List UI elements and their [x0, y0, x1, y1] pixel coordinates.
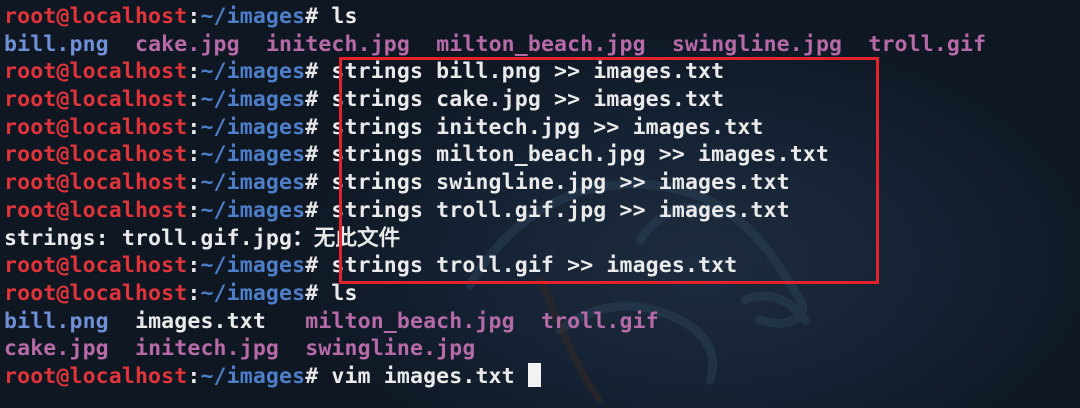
prompt-separator: :	[187, 114, 201, 140]
prompt-separator: :	[187, 253, 201, 279]
prompt-symbol: #	[305, 363, 319, 389]
prompt-user-host: root@localhost	[4, 253, 188, 279]
prompt-separator: :	[187, 280, 201, 306]
prompt-symbol: #	[305, 142, 319, 168]
prompt-user-host: root@localhost	[4, 4, 188, 29]
prompt-user-host: root@localhost	[4, 114, 188, 140]
command-text: ls	[318, 4, 358, 29]
highlight-box	[339, 57, 879, 284]
prompt-user-host: root@localhost	[4, 59, 188, 85]
file-name: swingline.jpg	[671, 31, 843, 57]
file-name: troll.gif	[540, 308, 659, 334]
prompt-symbol: #	[305, 170, 319, 196]
block-cursor[interactable]	[527, 362, 541, 387]
prompt-symbol: #	[305, 280, 319, 306]
prompt-separator: :	[187, 59, 201, 85]
prompt-symbol: #	[305, 87, 319, 113]
prompt-path: ~/images	[200, 142, 306, 168]
prompt-path: ~/images	[200, 114, 306, 140]
prompt-path: ~/images	[200, 4, 306, 29]
file-name: images.txt	[134, 308, 266, 334]
prompt-user-host: root@localhost	[4, 280, 188, 306]
prompt-user-host: root@localhost	[4, 197, 188, 223]
ls-output-line: bill.png cake.jpg initech.jpg milton_bea…	[4, 31, 1080, 59]
prompt-user-host: root@localhost	[4, 363, 188, 389]
prompt-path: ~/images	[200, 197, 306, 223]
prompt-symbol: #	[305, 4, 319, 29]
file-name: milton_beach.jpg	[436, 31, 646, 57]
prompt-symbol: #	[305, 197, 319, 223]
prompt-user-host: root@localhost	[4, 170, 188, 196]
prompt-user-host: root@localhost	[4, 142, 188, 168]
prompt-line: root@localhost:~/images# vim images.txt	[4, 362, 1080, 391]
file-name: initech.jpg	[265, 31, 410, 57]
prompt-symbol: #	[305, 253, 319, 279]
prompt-path: ~/images	[200, 170, 306, 196]
file-name: cake.jpg	[4, 336, 109, 362]
file-name: cake.jpg	[134, 31, 240, 57]
command-text: ls	[318, 280, 358, 306]
prompt-separator: :	[187, 170, 201, 196]
prompt-separator: :	[187, 4, 201, 29]
file-name: swingline.jpg	[305, 336, 476, 362]
file-name: initech.jpg	[134, 336, 280, 362]
prompt-symbol: #	[305, 59, 319, 85]
ls-output-line: cake.jpg initech.jpg swingline.jpg	[4, 335, 1080, 363]
prompt-separator: :	[187, 87, 201, 113]
prompt-separator: :	[187, 142, 201, 168]
file-name: bill.png	[4, 31, 109, 57]
ls-output-line: bill.png images.txt milton_beach.jpg tro…	[4, 308, 1080, 336]
prompt-line: root@localhost:~/images# ls	[4, 280, 1080, 308]
prompt-user-host: root@localhost	[4, 87, 188, 113]
file-name: milton_beach.jpg	[305, 308, 515, 334]
prompt-separator: :	[187, 197, 201, 223]
prompt-separator: :	[187, 363, 201, 389]
prompt-symbol: #	[305, 114, 319, 140]
file-name: troll.gif	[868, 31, 987, 57]
prompt-path: ~/images	[200, 253, 306, 279]
file-name: bill.png	[4, 308, 109, 334]
prompt-path: ~/images	[200, 59, 306, 85]
prompt-path: ~/images	[200, 87, 306, 113]
prompt-line: root@localhost:~/images# ls	[4, 3, 1080, 31]
terminal-window[interactable]: root@localhost:~/images# ls bill.png cake…	[0, 0, 1080, 408]
prompt-path: ~/images	[200, 280, 306, 306]
prompt-path: ~/images	[200, 363, 306, 389]
command-text: vim images.txt	[318, 363, 528, 389]
